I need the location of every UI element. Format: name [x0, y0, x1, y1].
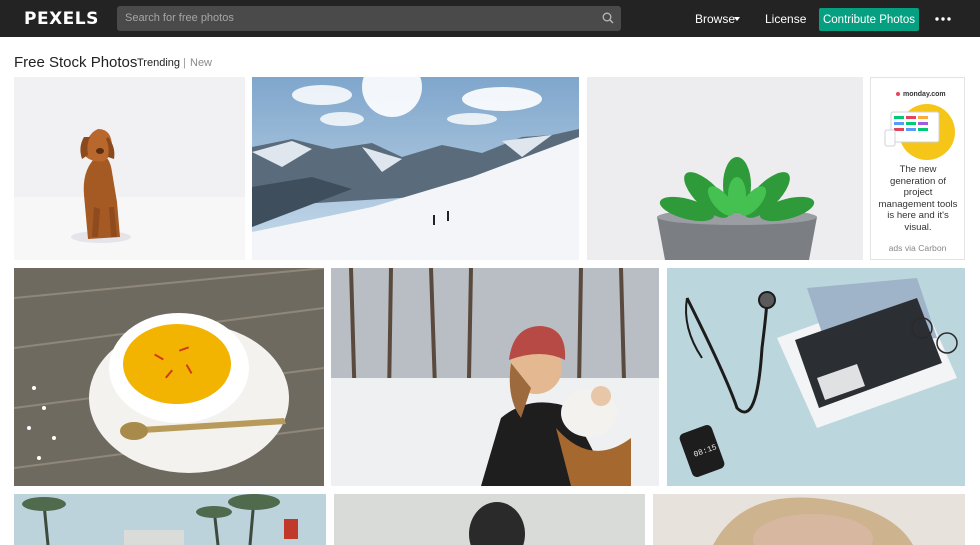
photo-succulent[interactable]	[587, 77, 863, 260]
tab-separator: |	[183, 57, 186, 69]
chevron-down-icon[interactable]	[734, 17, 740, 21]
carbon-ad[interactable]: monday.com The new generation of project…	[870, 77, 965, 260]
photo-person-back[interactable]	[334, 494, 645, 545]
pexels-logo[interactable]: PEXELS	[24, 9, 99, 29]
ad-text[interactable]: The new generation of project management…	[877, 164, 959, 234]
more-options-icon[interactable]	[935, 17, 951, 21]
top-navigation-bar: PEXELS Search for free photos Browse Lic…	[0, 0, 980, 37]
photo-palm-trees[interactable]	[14, 494, 326, 545]
photo-stethoscope-laptop[interactable]: 08:15	[667, 268, 965, 486]
photo-mother-baby-snow[interactable]	[331, 268, 659, 486]
license-link[interactable]: License	[765, 12, 806, 26]
photo-saffron-tea[interactable]	[14, 268, 324, 486]
page-title: Free Stock Photos	[14, 54, 138, 71]
ad-via-carbon[interactable]: ads via Carbon	[871, 243, 964, 253]
photo-blonde-woman[interactable]	[653, 494, 965, 545]
search-input[interactable]: Search for free photos	[117, 6, 621, 31]
photo-skiers-mountain[interactable]	[252, 77, 579, 260]
search-placeholder: Search for free photos	[125, 12, 234, 24]
contribute-photos-button[interactable]: Contribute Photos	[819, 8, 919, 31]
photo-dog-in-snow[interactable]	[14, 77, 245, 260]
ad-image[interactable]: monday.com	[879, 82, 957, 162]
tab-trending[interactable]: Trending	[137, 57, 180, 69]
tab-new[interactable]: New	[190, 57, 212, 69]
search-icon[interactable]	[602, 12, 614, 24]
ad-brand: monday.com	[903, 91, 946, 98]
browse-menu-button[interactable]: Browse	[695, 12, 735, 26]
